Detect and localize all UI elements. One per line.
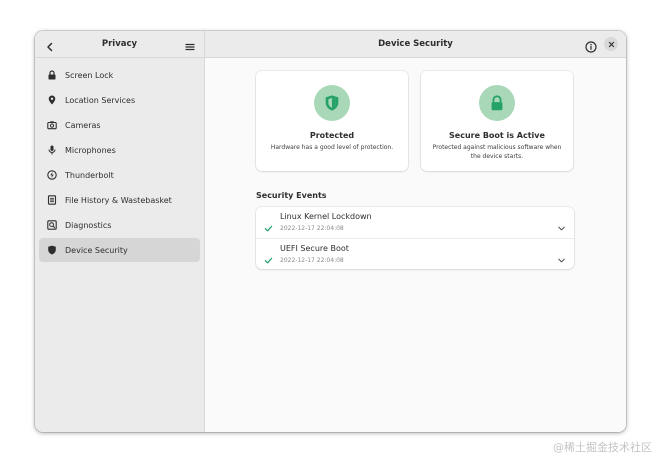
shield-icon [47, 245, 57, 255]
sidebar-item-label: File History & Wastebasket [65, 195, 172, 205]
close-icon [608, 41, 614, 47]
protection-status-card: Protected Hardware has a good level of p… [256, 71, 408, 171]
sidebar-item-diagnostics[interactable]: Diagnostics [39, 213, 200, 237]
card-title: Protected [309, 131, 355, 140]
checkmark-icon [264, 218, 273, 232]
camera-icon [47, 120, 57, 130]
security-events-heading: Security Events [256, 191, 327, 200]
card-title: Secure Boot is Active [449, 131, 545, 140]
sidebar-title: Privacy [101, 39, 138, 49]
sidebar-item-location-services[interactable]: Location Services [39, 88, 200, 112]
microphone-icon [47, 145, 57, 155]
sidebar-item-label: Screen Lock [65, 70, 114, 80]
sidebar-item-label: Device Security [65, 245, 128, 255]
settings-window: Privacy Screen Lock Location Services Ca… [35, 31, 626, 432]
event-name: Linux Kernel Lockdown [280, 212, 372, 221]
sidebar-list: Screen Lock Location Services Cameras Mi… [35, 58, 204, 268]
location-pin-icon [47, 95, 57, 105]
sidebar-item-cameras[interactable]: Cameras [39, 113, 200, 137]
event-date: 2022-12-17 22:04:08 [280, 257, 344, 264]
sidebar-item-file-history[interactable]: File History & Wastebasket [39, 188, 200, 212]
sidebar-item-screen-lock[interactable]: Screen Lock [39, 63, 200, 87]
info-icon[interactable] [585, 38, 597, 53]
sidebar-item-microphones[interactable]: Microphones [39, 138, 200, 162]
main-panel: Device Security Protected Hardware has a… [205, 31, 626, 432]
hamburger-menu-icon[interactable] [184, 38, 196, 51]
shield-icon [325, 95, 339, 111]
sidebar-item-thunderbolt[interactable]: Thunderbolt [39, 163, 200, 187]
watermark: @稀土掘金技术社区 [553, 441, 652, 454]
event-date: 2022-12-17 22:04:08 [280, 225, 344, 232]
file-history-icon [47, 195, 57, 205]
sidebar-item-label: Location Services [65, 95, 136, 105]
page-title: Device Security [378, 39, 453, 49]
sidebar-item-label: Thunderbolt [65, 170, 114, 180]
sidebar-header: Privacy [35, 31, 204, 58]
sidebar-item-label: Microphones [65, 145, 116, 155]
sidebar-item-label: Diagnostics [65, 220, 112, 230]
close-button[interactable] [604, 37, 618, 51]
card-description: Protected against malicious software whe… [432, 144, 562, 160]
diagnostics-icon [47, 220, 57, 230]
thunderbolt-icon [47, 170, 57, 180]
sidebar-item-label: Cameras [65, 120, 101, 130]
main-header: Device Security [205, 31, 626, 58]
sidebar: Privacy Screen Lock Location Services Ca… [35, 31, 205, 432]
shield-icon-circle [314, 85, 350, 121]
secure-boot-card: Secure Boot is Active Protected against … [421, 71, 573, 171]
security-events-list: Linux Kernel Lockdown 2022-12-17 22:04:0… [256, 207, 574, 269]
event-name: UEFI Secure Boot [280, 244, 349, 253]
chevron-down-icon[interactable] [557, 250, 566, 263]
sidebar-item-device-security[interactable]: Device Security [39, 238, 200, 262]
chevron-down-icon[interactable] [557, 218, 566, 231]
lock-icon [47, 70, 57, 80]
padlock-icon [491, 95, 503, 111]
card-description: Hardware has a good level of protection. [270, 144, 394, 151]
checkmark-icon [264, 250, 273, 264]
event-row-uefi-secure-boot[interactable]: UEFI Secure Boot 2022-12-17 22:04:08 [256, 238, 574, 269]
padlock-icon-circle [479, 85, 515, 121]
event-row-kernel-lockdown[interactable]: Linux Kernel Lockdown 2022-12-17 22:04:0… [256, 207, 574, 238]
